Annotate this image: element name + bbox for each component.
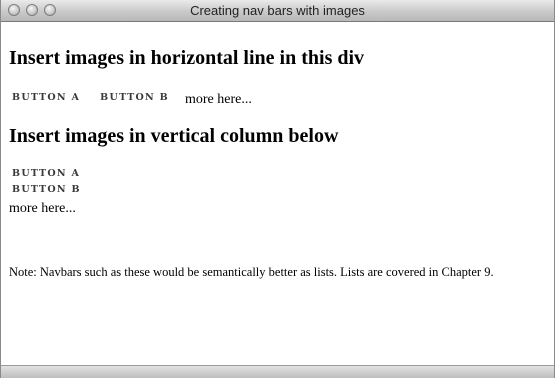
vertical-button-a[interactable]: BUTTON A	[12, 168, 81, 184]
title-bar: Creating nav bars with images	[1, 0, 554, 22]
vertical-more-link[interactable]: more here...	[9, 201, 81, 217]
horizontal-button-b[interactable]: BUTTON B	[100, 92, 169, 103]
window-bottom-bar	[1, 365, 554, 378]
heading-vertical: Insert images in vertical column below	[9, 125, 339, 147]
vertical-button-b[interactable]: BUTTON B	[12, 184, 81, 200]
horizontal-more-link[interactable]: more here...	[185, 92, 252, 108]
note-text: Note: Navbars such as these would be sem…	[9, 265, 494, 279]
horizontal-nav: BUTTON A BUTTON B more here...	[12, 89, 252, 108]
heading-horizontal: Insert images in horizontal line in this…	[9, 47, 365, 69]
window-title: Creating nav bars with images	[190, 3, 365, 18]
browser-window: Creating nav bars with images Insert ima…	[0, 0, 555, 378]
vertical-nav: BUTTON A BUTTON B more here...	[9, 168, 81, 217]
horizontal-button-a[interactable]: BUTTON A	[12, 92, 80, 103]
